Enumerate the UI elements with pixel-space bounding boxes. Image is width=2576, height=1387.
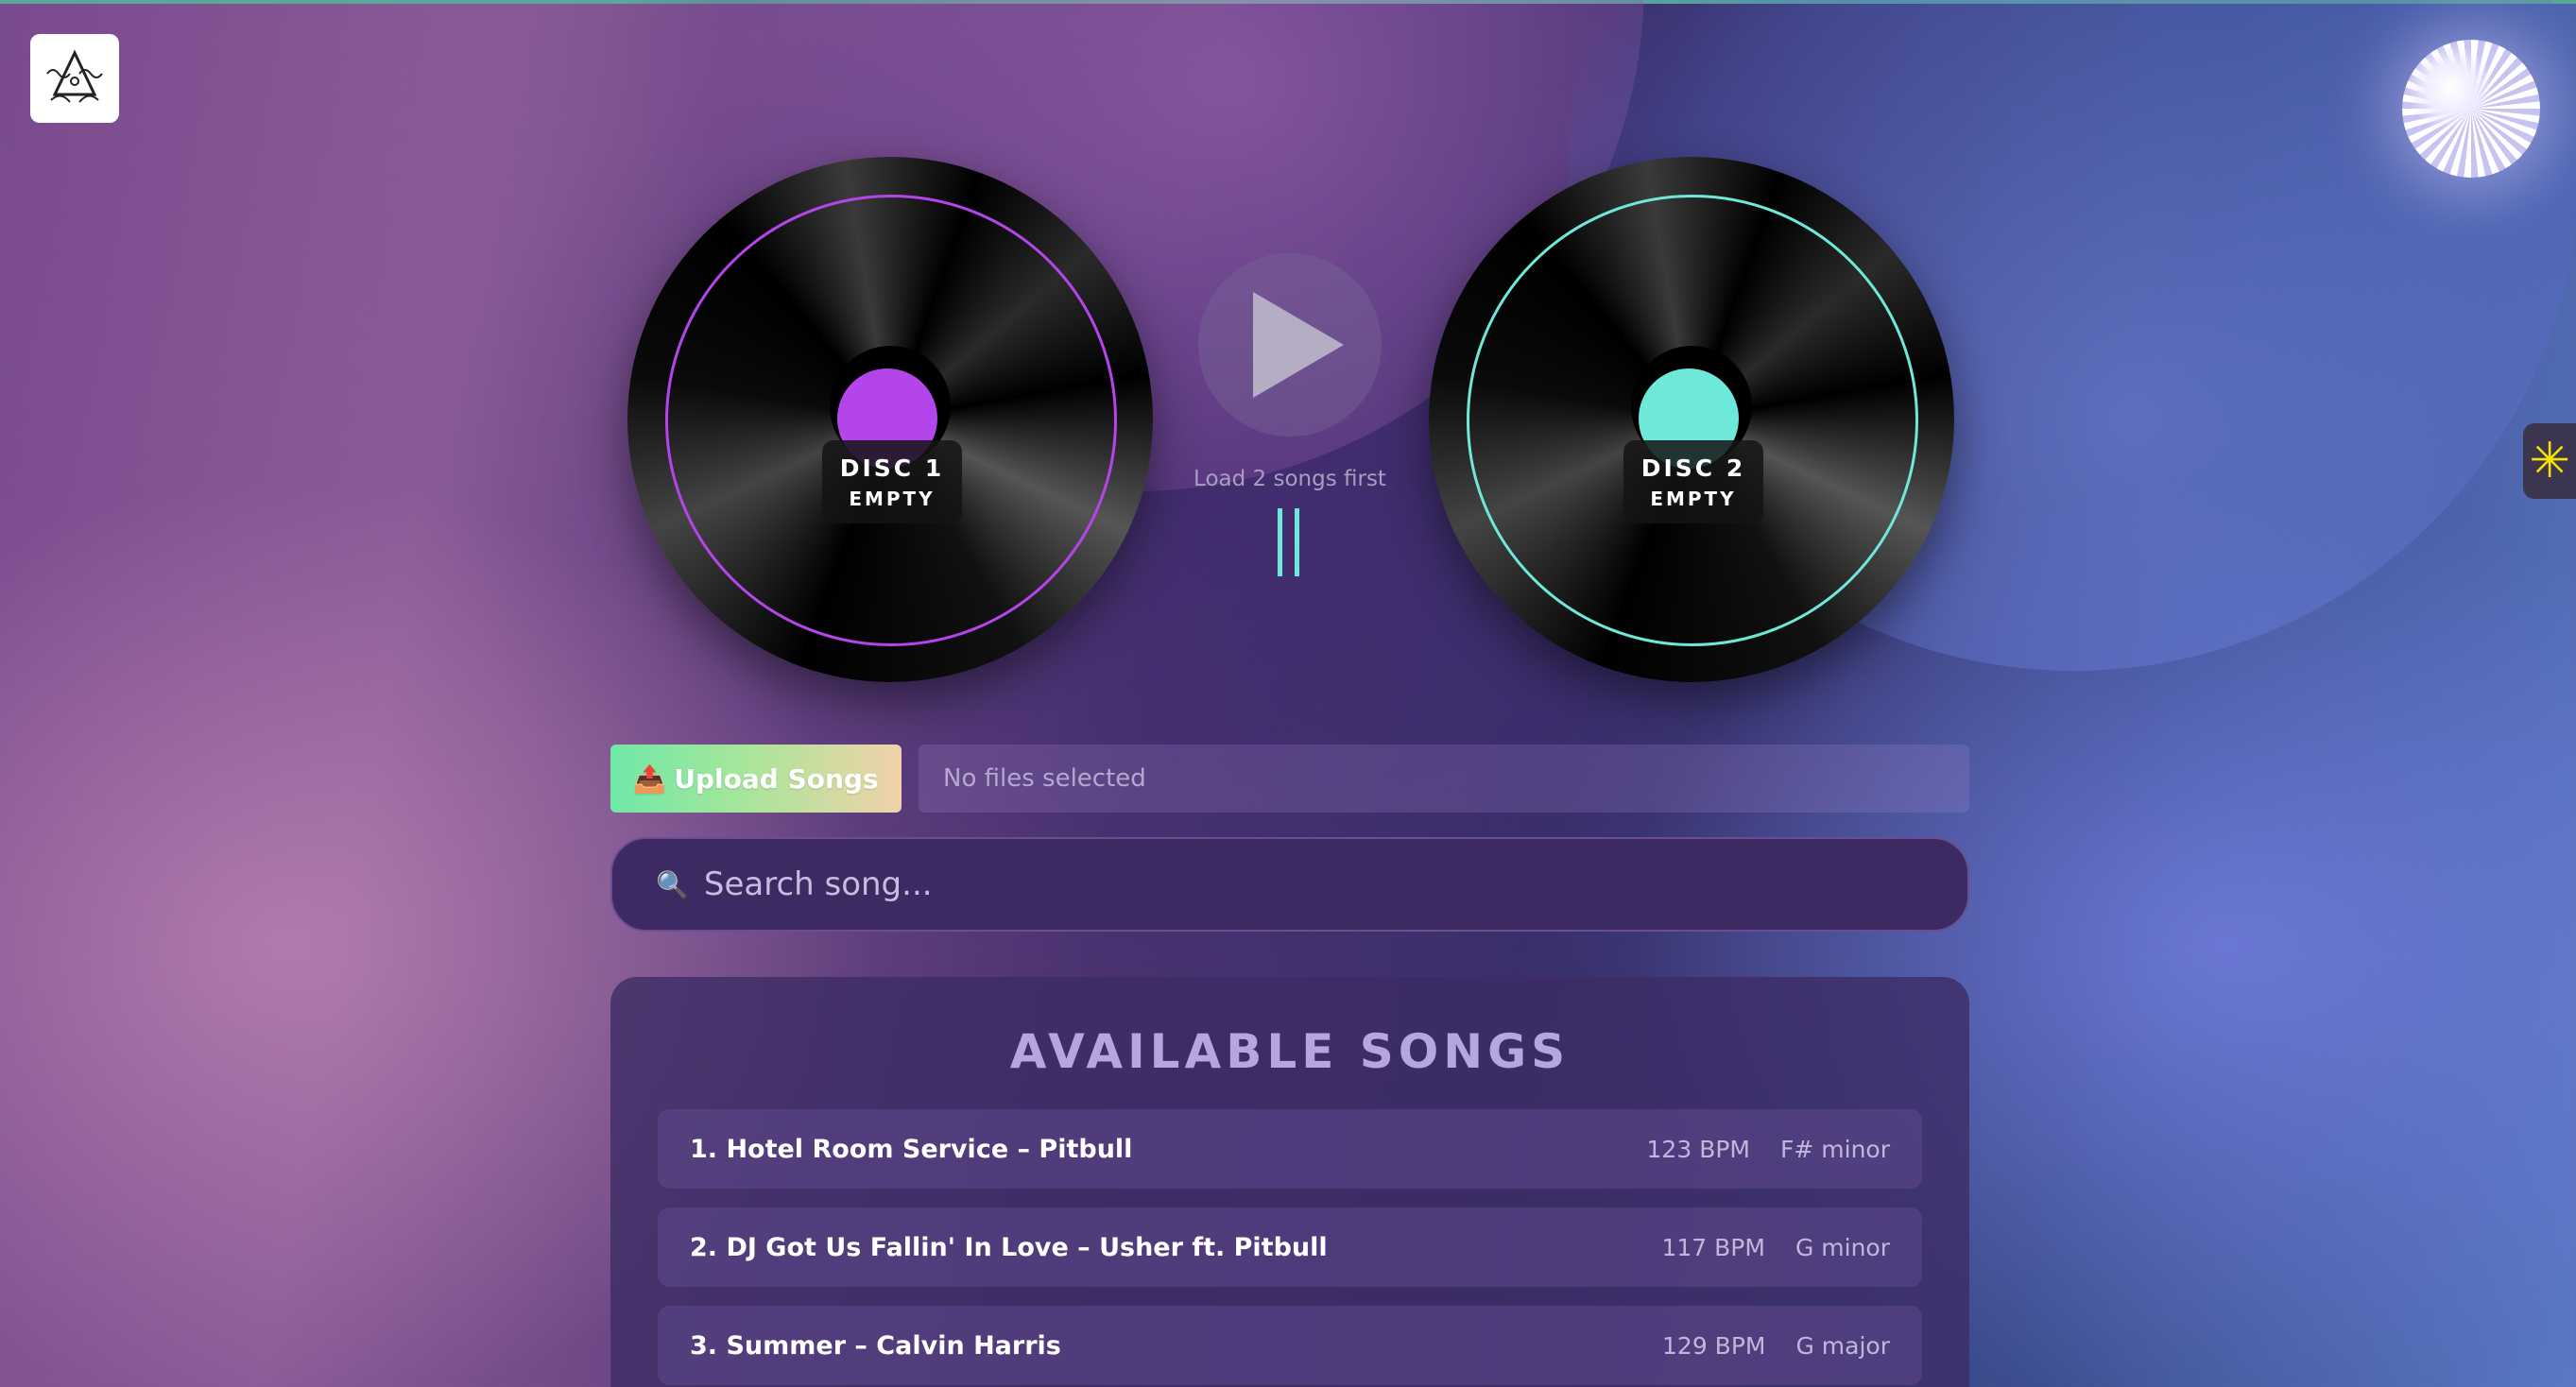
songs-panel-title: AVAILABLE SONGS — [1009, 1024, 1571, 1079]
upload-songs-button[interactable]: 📤 Upload Songs — [610, 745, 902, 813]
disc-1-title: DISC 1 — [839, 454, 945, 482]
play-icon — [1253, 292, 1344, 398]
song-bpm: 129 BPM — [1662, 1331, 1766, 1360]
song-name: 3. Summer – Calvin Harris — [690, 1330, 1061, 1361]
song-item[interactable]: 2. DJ Got Us Fallin' In Love – Usher ft.… — [658, 1207, 1922, 1287]
available-songs-panel: AVAILABLE SONGS 1. Hotel Room Service – … — [610, 977, 1969, 1387]
song-key: G major — [1795, 1331, 1890, 1360]
side-panel-tab[interactable]: ✳ — [2523, 423, 2576, 499]
song-name: 2. DJ Got Us Fallin' In Love – Usher ft.… — [690, 1232, 1328, 1262]
song-item[interactable]: 3. Summer – Calvin Harris 129 BPM G majo… — [658, 1306, 1922, 1385]
search-icon: 🔍 — [656, 868, 689, 900]
disc-2-title: DISC 2 — [1640, 454, 1746, 482]
song-name: 1. Hotel Room Service – Pitbull — [690, 1134, 1133, 1164]
song-bpm: 117 BPM — [1661, 1233, 1765, 1261]
player-hint: Load 2 songs first — [1194, 467, 1386, 491]
play-button[interactable] — [1198, 253, 1382, 437]
song-key: F# minor — [1780, 1135, 1890, 1163]
upload-icon: 📤 — [633, 762, 667, 795]
disc-1[interactable]: DISC 1 EMPTY — [627, 157, 1153, 682]
disc-2-status: EMPTY — [1650, 487, 1737, 510]
logo-icon — [46, 49, 103, 103]
song-key: G minor — [1795, 1233, 1890, 1261]
disco-ball-icon — [2402, 40, 2540, 178]
level-meter-left — [1278, 508, 1282, 576]
search-bar[interactable]: 🔍 — [610, 837, 1969, 932]
song-item[interactable]: 1. Hotel Room Service – Pitbull 123 BPM … — [658, 1109, 1922, 1189]
disc-2-label: DISC 2 EMPTY — [1623, 440, 1763, 523]
search-input[interactable] — [701, 865, 1934, 904]
song-bpm: 123 BPM — [1646, 1135, 1750, 1163]
upload-songs-label: Upload Songs — [674, 762, 879, 795]
file-selection-status: No files selected — [919, 745, 1969, 813]
asterisk-icon: ✳ — [2529, 433, 2570, 489]
disc-1-status: EMPTY — [849, 487, 936, 510]
app-logo[interactable] — [30, 34, 119, 123]
disc-1-label: DISC 1 EMPTY — [822, 440, 962, 523]
level-meter-right — [1295, 508, 1299, 576]
disc-2[interactable]: DISC 2 EMPTY — [1429, 157, 1954, 682]
